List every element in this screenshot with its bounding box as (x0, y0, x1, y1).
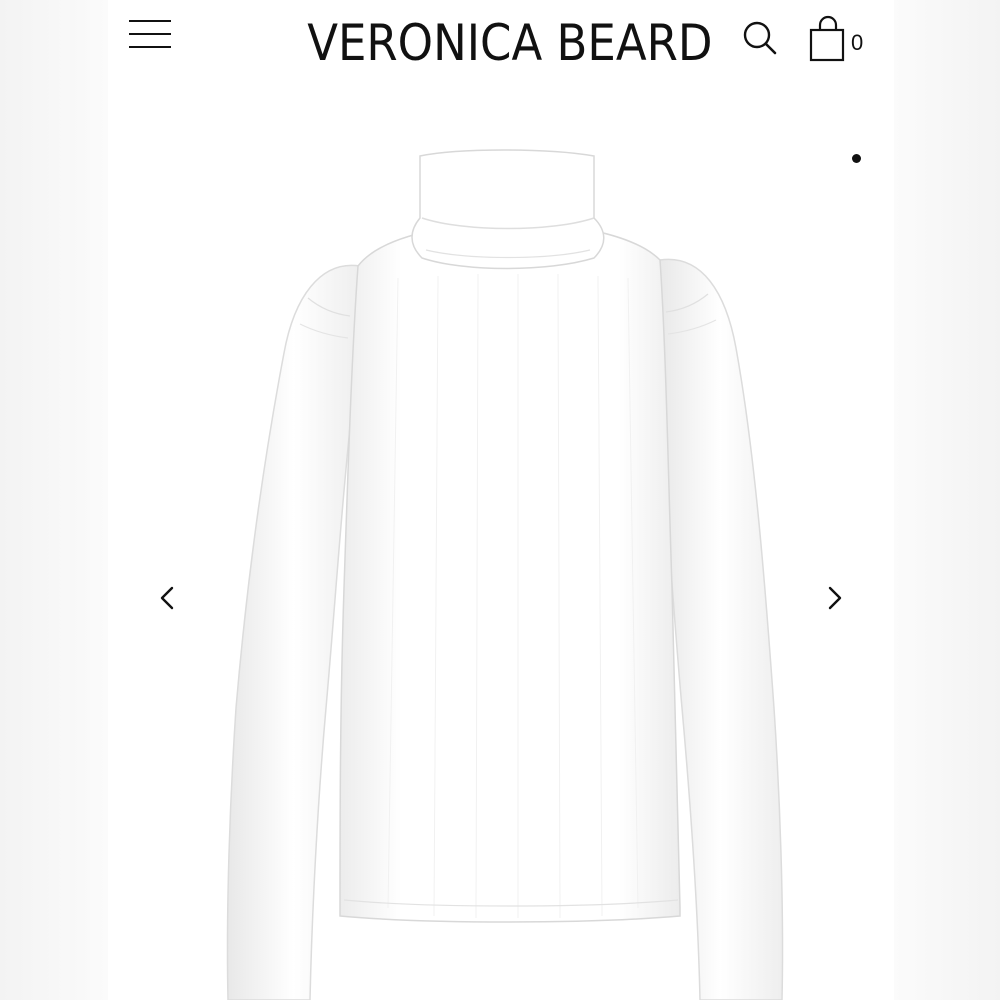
mobile-screen: VERONICA BEARD 0 (108, 0, 894, 1000)
product-image[interactable] (208, 148, 808, 1000)
bag-count: 0 (851, 30, 864, 55)
search-icon[interactable] (740, 18, 782, 60)
shopping-bag-button[interactable]: 0 (808, 14, 870, 64)
shopping-bag-icon (809, 15, 845, 62)
menu-line (129, 33, 171, 35)
brand-logo[interactable]: VERONICA BEARD (307, 14, 712, 72)
menu-line (129, 46, 171, 48)
chevron-left-icon[interactable] (148, 578, 188, 618)
chevron-right-icon[interactable] (814, 578, 854, 618)
page: VERONICA BEARD 0 (0, 0, 1000, 1000)
turtleneck-collar (411, 149, 605, 270)
product-gallery (108, 90, 894, 1000)
menu-line (129, 20, 171, 22)
carousel-dot-icon[interactable] (852, 154, 861, 163)
site-header: VERONICA BEARD 0 (108, 0, 894, 90)
left-gutter (0, 0, 108, 1000)
right-gutter (894, 0, 1000, 1000)
hamburger-menu-icon[interactable] (126, 14, 174, 54)
